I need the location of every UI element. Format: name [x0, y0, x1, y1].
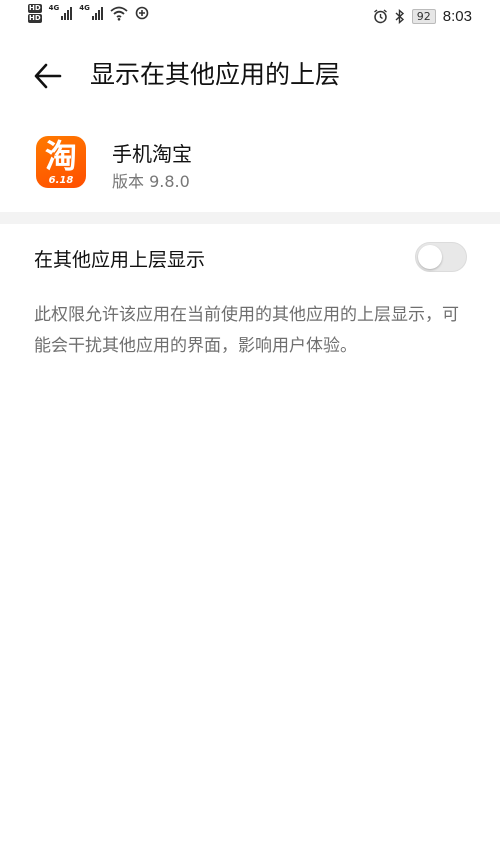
battery-icon: 92	[411, 9, 436, 24]
bluetooth-icon	[395, 9, 404, 24]
status-bar: HD HD 4G 4G 92 8:03	[0, 0, 500, 34]
signal-icon: 4G	[49, 4, 73, 20]
network-type-label: 4G	[79, 4, 90, 12]
page-title: 显示在其他应用的上层	[90, 60, 341, 89]
toggle-knob	[418, 245, 442, 269]
app-icon-sub: 6.18	[48, 175, 74, 186]
setting-label: 在其他应用上层显示	[34, 249, 206, 271]
hd-icon: HD	[28, 4, 42, 13]
clock: 8:03	[442, 8, 472, 25]
app-icon: 淘 6.18	[36, 136, 86, 188]
hd-indicators: HD HD	[28, 4, 42, 23]
status-right: 92 8:03	[373, 8, 472, 25]
status-left: HD HD 4G 4G	[28, 4, 149, 23]
app-name: 手机淘宝	[112, 142, 192, 166]
permission-description: 此权限允许该应用在当前使用的其他应用的上层显示，可能会干扰其他应用的界面，影响用…	[34, 305, 459, 356]
app-info: 淘 6.18 手机淘宝 版本 9.8.0	[0, 128, 500, 208]
title-bar: 显示在其他应用的上层	[0, 44, 500, 108]
hd-icon: HD	[28, 14, 42, 23]
alarm-icon	[373, 9, 387, 24]
overlay-permission-toggle[interactable]	[415, 242, 467, 272]
wifi-icon	[110, 6, 128, 21]
signal-icon: 4G	[79, 4, 103, 20]
network-type-label: 4G	[48, 4, 60, 12]
back-arrow-icon[interactable]	[30, 58, 66, 94]
section-divider	[0, 212, 500, 224]
app-version: 版本 9.8.0	[112, 172, 190, 191]
app-icon-glyph: 淘	[44, 137, 77, 175]
overlay-permission-row[interactable]: 在其他应用上层显示	[0, 230, 500, 288]
data-saver-icon	[135, 6, 149, 20]
